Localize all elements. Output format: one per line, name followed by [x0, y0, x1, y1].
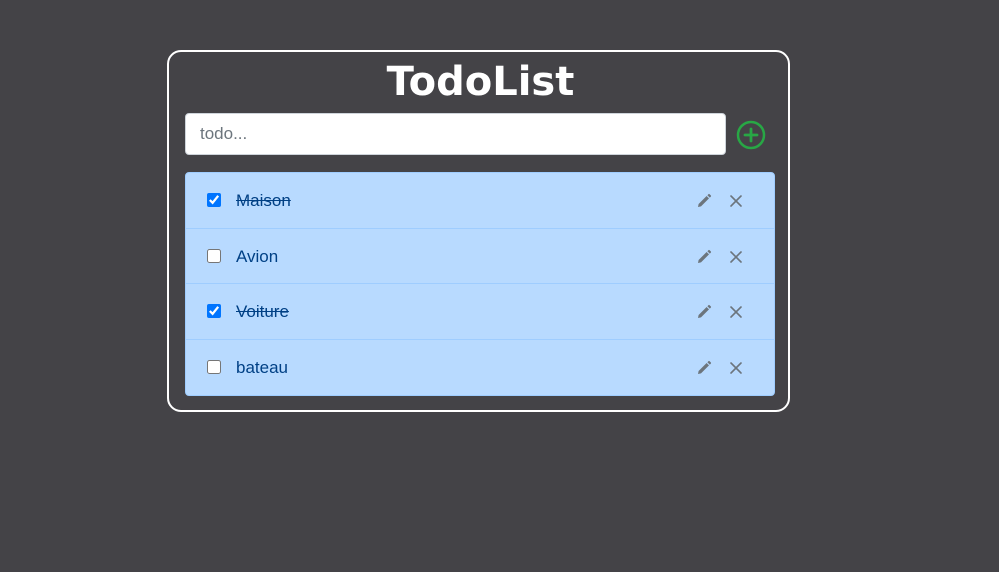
edit-button[interactable]	[696, 249, 712, 265]
pencil-icon	[696, 193, 712, 209]
delete-button[interactable]	[728, 193, 744, 209]
close-icon	[728, 249, 744, 265]
close-icon	[728, 304, 744, 320]
list-item: bateau	[186, 340, 774, 396]
pencil-icon	[696, 249, 712, 265]
edit-button[interactable]	[696, 304, 712, 320]
list-item: Maison	[186, 173, 774, 229]
list-item: Avion	[186, 229, 774, 284]
close-icon	[728, 193, 744, 209]
plus-circle-icon	[735, 119, 767, 151]
edit-button[interactable]	[696, 193, 712, 209]
todo-label: bateau	[236, 357, 288, 377]
pencil-icon	[696, 304, 712, 320]
list-item: Voiture	[186, 284, 774, 340]
todo-checkbox[interactable]	[207, 248, 221, 263]
page-title: TodoList	[386, 59, 575, 105]
todo-checkbox[interactable]	[207, 193, 221, 207]
edit-button[interactable]	[696, 360, 712, 376]
todo-checkbox[interactable]	[207, 359, 221, 374]
pencil-icon	[696, 360, 712, 376]
todo-list: Maison Avion Voiture bateau	[185, 172, 775, 396]
delete-button[interactable]	[728, 304, 744, 320]
todo-checkbox[interactable]	[207, 304, 221, 318]
close-icon	[728, 360, 744, 376]
add-todo-button[interactable]	[735, 119, 767, 151]
delete-button[interactable]	[728, 249, 744, 265]
todo-label: Avion	[236, 246, 279, 266]
delete-button[interactable]	[728, 360, 744, 376]
todo-input[interactable]	[185, 113, 726, 155]
todo-card: TodoList Maison	[167, 50, 790, 412]
todo-label: Voiture	[236, 302, 289, 321]
todo-label: Maison	[236, 191, 291, 210]
